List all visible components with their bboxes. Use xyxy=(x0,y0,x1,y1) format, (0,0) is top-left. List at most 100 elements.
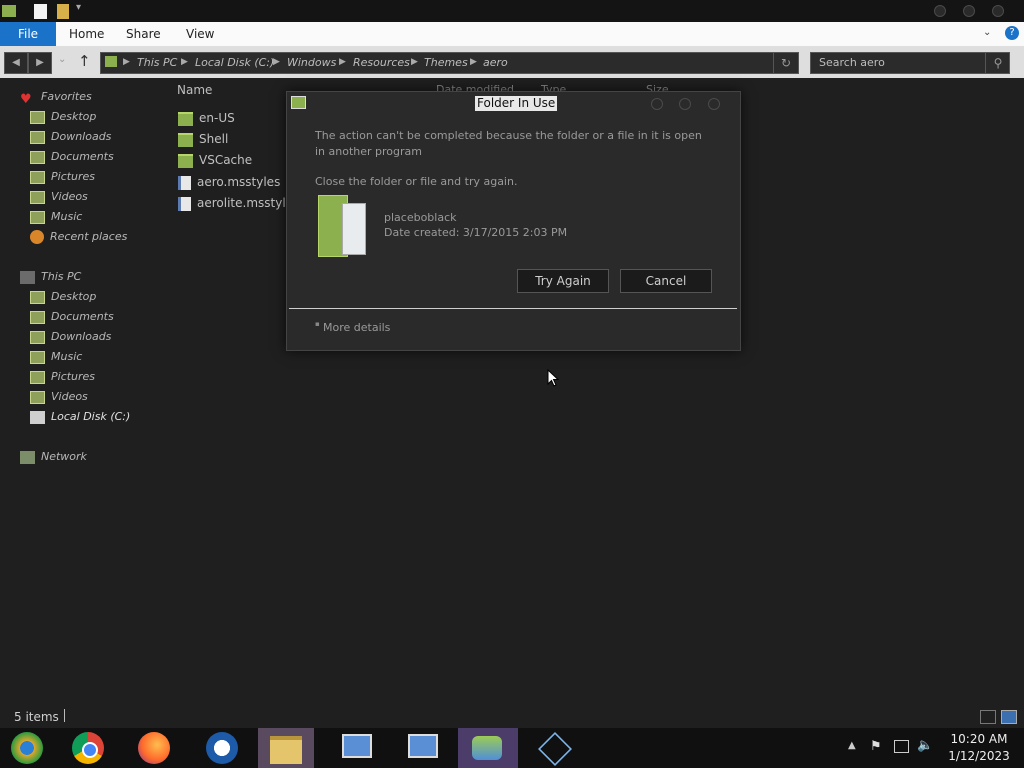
sidebar-favorites[interactable]: ♥ Favorites xyxy=(20,88,92,107)
breadcrumb-separator: ▶ xyxy=(411,57,418,67)
chevron-down-icon[interactable]: ⌄ xyxy=(983,27,996,38)
remote-desktop-icon[interactable] xyxy=(326,728,386,768)
search-box[interactable]: Search aero ⚲ xyxy=(810,52,1010,74)
search-input[interactable]: Search aero xyxy=(819,56,885,69)
maximize-button[interactable] xyxy=(963,5,975,17)
recent-locations-icon[interactable]: ⌄ xyxy=(58,54,66,65)
sidebar-item-desktop[interactable]: Desktop xyxy=(30,108,96,126)
breadcrumb-windows[interactable]: Windows xyxy=(287,56,336,69)
large-icons-view-icon[interactable] xyxy=(1001,710,1017,724)
sidebar-item-pc-pictures[interactable]: Pictures xyxy=(30,368,95,386)
sidebar-item-documents[interactable]: Documents xyxy=(30,148,114,166)
dialog-item-date: Date created: 3/17/2015 2:03 PM xyxy=(384,226,568,239)
breadcrumb-aero[interactable]: aero xyxy=(483,56,508,69)
tab-view[interactable]: View xyxy=(186,22,214,46)
properties-icon[interactable] xyxy=(34,4,47,19)
dialog-maximize-button[interactable] xyxy=(679,98,691,110)
volume-icon[interactable]: 🔈 xyxy=(917,738,933,753)
breadcrumb-separator: ▶ xyxy=(123,57,130,67)
tab-share[interactable]: Share xyxy=(126,22,161,46)
clock-date[interactable]: 1/12/2023 xyxy=(944,749,1014,763)
breadcrumb-separator: ▶ xyxy=(470,57,477,67)
sidebar-item-videos[interactable]: Videos xyxy=(30,188,88,206)
music-icon xyxy=(30,210,45,224)
network-icon xyxy=(20,450,35,464)
downloads-icon xyxy=(30,130,45,144)
forward-button[interactable]: ▶ xyxy=(28,52,52,74)
search-icon[interactable]: ⚲ xyxy=(985,53,1010,73)
minimize-button[interactable] xyxy=(934,5,946,17)
virtualbox-icon[interactable] xyxy=(524,728,584,768)
tab-file[interactable]: File xyxy=(0,22,56,46)
sidebar-item-pc-music[interactable]: Music xyxy=(30,348,82,366)
breadcrumb-separator: ▶ xyxy=(181,57,188,67)
sidebar-item-recent-places[interactable]: Recent places xyxy=(30,228,127,246)
more-details-link[interactable]: More details xyxy=(323,320,390,336)
sidebar-item-pc-videos[interactable]: Videos xyxy=(30,388,88,406)
app-circle-icon[interactable] xyxy=(192,728,252,768)
breadcrumb-separator: ▶ xyxy=(273,57,280,67)
cancel-button[interactable]: Cancel xyxy=(620,269,712,293)
breadcrumb-themes[interactable]: Themes xyxy=(424,56,468,69)
firefox-icon[interactable] xyxy=(124,728,184,768)
remote-desktop-icon-2[interactable] xyxy=(392,728,452,768)
sidebar-item-pc-desktop[interactable]: Desktop xyxy=(30,288,96,306)
tab-home[interactable]: Home xyxy=(69,22,104,46)
pc-icon xyxy=(105,56,117,67)
details-view-icon[interactable] xyxy=(980,710,996,724)
breadcrumb-local-disk[interactable]: Local Disk (C:) xyxy=(195,56,274,69)
chevron-down-icon[interactable]: ▪ xyxy=(315,320,320,328)
divider xyxy=(289,308,737,309)
dialog-instruction: Close the folder or file and try again. xyxy=(315,175,518,188)
breadcrumb-this-pc[interactable]: This PC xyxy=(137,56,177,69)
music-icon xyxy=(30,350,45,364)
network-tray-icon[interactable] xyxy=(894,740,909,753)
new-folder-icon[interactable] xyxy=(57,4,69,19)
refresh-icon[interactable]: ↻ xyxy=(773,53,798,73)
breadcrumb-separator: ▶ xyxy=(339,57,346,67)
help-icon[interactable]: ? xyxy=(1005,26,1019,40)
list-item[interactable]: en-US xyxy=(178,108,235,128)
close-button[interactable] xyxy=(992,5,1004,17)
users-app-icon[interactable] xyxy=(458,728,518,768)
folder-in-use-dialog: Folder In Use The action can't be comple… xyxy=(286,91,741,351)
mouse-cursor-icon xyxy=(547,369,559,387)
breadcrumb-resources[interactable]: Resources xyxy=(353,56,410,69)
chrome-icon[interactable] xyxy=(58,728,118,768)
list-item[interactable]: VSCache xyxy=(178,150,252,170)
show-hidden-icons-icon[interactable]: ▲ xyxy=(848,740,856,751)
documents-icon xyxy=(30,310,45,324)
videos-icon xyxy=(30,390,45,404)
dialog-title: Folder In Use xyxy=(475,96,558,111)
sidebar-item-pc-documents[interactable]: Documents xyxy=(30,308,114,326)
folder-icon[interactable] xyxy=(2,5,16,17)
flag-icon[interactable]: ⚑ xyxy=(870,739,882,754)
sidebar-item-pc-downloads[interactable]: Downloads xyxy=(30,328,111,346)
videos-icon xyxy=(30,190,45,204)
chevron-down-icon[interactable]: ▾ xyxy=(76,2,81,13)
back-button[interactable]: ◀ xyxy=(4,52,28,74)
up-arrow-icon[interactable]: ↑ xyxy=(78,52,91,70)
dialog-close-button[interactable] xyxy=(708,98,720,110)
list-item[interactable]: aero.msstyles xyxy=(178,172,280,192)
sidebar-network[interactable]: Network xyxy=(20,448,87,466)
clock-time[interactable]: 10:20 AM xyxy=(944,732,1014,746)
start-button[interactable] xyxy=(0,728,60,768)
folder-icon xyxy=(178,111,193,126)
sidebar-item-local-disk[interactable]: Local Disk (C:) xyxy=(30,408,130,426)
file-explorer-icon[interactable] xyxy=(258,728,314,768)
dialog-message: The action can't be completed because th… xyxy=(315,129,702,158)
status-bar: 5 items xyxy=(0,706,1024,728)
folder-icon xyxy=(318,195,366,257)
list-item[interactable]: Shell xyxy=(178,129,228,149)
sidebar-item-music[interactable]: Music xyxy=(30,208,82,226)
dialog-minimize-button[interactable] xyxy=(651,98,663,110)
dialog-item-name: placeboblack xyxy=(384,211,457,224)
column-header-name[interactable]: Name xyxy=(177,83,212,97)
try-again-button[interactable]: Try Again xyxy=(517,269,609,293)
address-bar[interactable]: ▶ This PC ▶ Local Disk (C:) ▶ Windows ▶ … xyxy=(100,52,799,74)
sidebar-this-pc[interactable]: This PC xyxy=(20,268,81,286)
sidebar-item-pictures[interactable]: Pictures xyxy=(30,168,95,186)
list-item[interactable]: aerolite.msstyles xyxy=(178,193,299,213)
sidebar-item-downloads[interactable]: Downloads xyxy=(30,128,111,146)
